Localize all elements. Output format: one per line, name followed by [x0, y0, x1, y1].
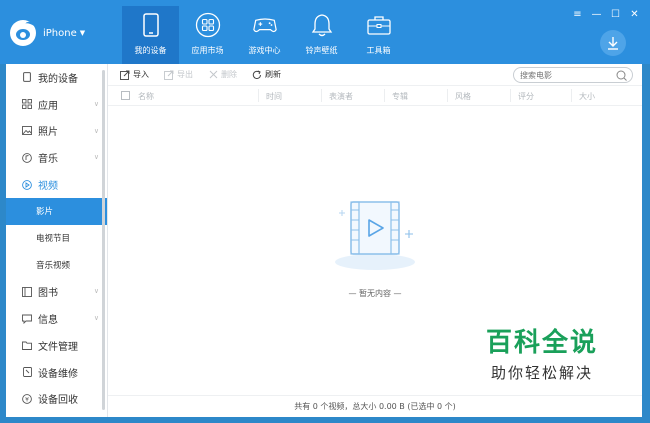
- empty-state: [108, 194, 642, 279]
- tab-label: 工具箱: [366, 46, 391, 55]
- download-icon: [608, 37, 618, 50]
- photo-icon: [22, 126, 32, 136]
- column-rating[interactable]: 评分: [518, 91, 534, 102]
- caret-down-icon: ▼: [79, 29, 86, 37]
- tab-label: 我的设备: [134, 46, 167, 55]
- sidebar-item-device-recycle[interactable]: ¥ 设备回收: [6, 386, 107, 413]
- close-icon[interactable]: ✕: [629, 9, 640, 21]
- device-icon: [22, 72, 32, 83]
- repair-icon: [22, 367, 32, 378]
- column-divider: [258, 89, 259, 102]
- itools-logo-icon: [10, 20, 36, 46]
- tab-my-device[interactable]: 我的设备: [122, 6, 179, 64]
- watermark-title: 百科全说: [485, 328, 598, 358]
- sidebar-item-photos[interactable]: 照片 ∨: [6, 118, 107, 145]
- watermark-subtitle: 助你轻松解决: [490, 364, 593, 382]
- bell-icon: [309, 12, 335, 38]
- chevron-down-icon: ∨: [93, 153, 99, 162]
- table-header: 名称 时间 表演者 专辑 风格 评分 大小: [108, 86, 642, 106]
- delete-button[interactable]: 删除: [208, 69, 237, 80]
- column-divider: [571, 89, 572, 102]
- menu-icon[interactable]: ≡: [572, 9, 583, 21]
- column-divider: [321, 89, 322, 102]
- book-icon: [22, 286, 32, 297]
- column-genre[interactable]: 风格: [455, 91, 471, 102]
- refresh-button[interactable]: 刷新: [252, 69, 281, 80]
- status-bar: 共有 0 个视频，总大小 0.00 B (已选中 0 个): [108, 395, 642, 417]
- column-divider: [447, 89, 448, 102]
- sidebar-item-movies[interactable]: 影片: [6, 197, 107, 225]
- toolbar: 导入 导出 删除 刷新: [108, 64, 642, 86]
- import-icon: [120, 70, 130, 80]
- tab-toolbox[interactable]: 工具箱: [350, 6, 407, 64]
- tab-label: 游戏中心: [248, 46, 281, 55]
- tab-game-center[interactable]: 游戏中心: [236, 6, 293, 64]
- sidebar-item-file-manager[interactable]: 文件管理: [6, 332, 107, 359]
- column-album[interactable]: 专辑: [392, 91, 408, 102]
- column-performer[interactable]: 表演者: [329, 91, 353, 102]
- sidebar-item-books[interactable]: 图书 ∨: [6, 278, 107, 305]
- import-button[interactable]: 导入: [120, 69, 149, 80]
- empty-video-icon: [335, 201, 415, 270]
- window-controls: ≡ — ☐ ✕: [572, 9, 640, 21]
- sidebar-scrollbar[interactable]: [102, 70, 105, 410]
- message-icon: [22, 314, 32, 324]
- tab-label: 应用市场: [191, 46, 224, 55]
- tab-ringtone-wallpaper[interactable]: 铃声壁纸: [293, 6, 350, 64]
- sidebar-item-video[interactable]: 视频: [6, 171, 107, 198]
- sidebar-item-music[interactable]: 音乐 ∨: [6, 144, 107, 171]
- chevron-down-icon: ∨: [93, 314, 99, 323]
- gamepad-icon: [252, 12, 278, 38]
- app-window: iPhone ▼ 我的设备 应用市场 游戏中心 铃声壁纸 工具箱 ≡ — ☐ ✕…: [0, 0, 650, 423]
- maximize-icon[interactable]: ☐: [610, 9, 621, 21]
- export-icon: [164, 70, 174, 80]
- export-button[interactable]: 导出: [164, 69, 193, 80]
- sidebar-item-apps[interactable]: 应用 ∨: [6, 91, 107, 118]
- column-name[interactable]: 名称: [138, 91, 154, 102]
- empty-message: — 暂无内容 —: [348, 289, 402, 298]
- column-divider: [510, 89, 511, 102]
- search-input[interactable]: [520, 70, 610, 80]
- download-button[interactable]: [600, 30, 626, 56]
- sidebar-item-messages[interactable]: 信息 ∨: [6, 305, 107, 332]
- toolbox-icon: [366, 12, 392, 38]
- sidebar-item-my-device[interactable]: 我的设备: [6, 64, 107, 91]
- main-nav: 我的设备 应用市场 游戏中心 铃声壁纸 工具箱: [122, 6, 407, 64]
- device-selector[interactable]: iPhone ▼: [10, 20, 85, 46]
- watermark: 百科全说 助你轻松解决: [462, 328, 622, 394]
- video-icon: [22, 179, 32, 190]
- music-icon: [22, 152, 32, 163]
- recycle-icon: ¥: [22, 394, 32, 404]
- app-icon: [22, 99, 32, 110]
- sidebar-item-tv-shows[interactable]: 电视节目: [6, 225, 107, 252]
- chevron-down-icon: ∨: [93, 126, 99, 135]
- sidebar-item-music-videos[interactable]: 音乐视频: [6, 252, 107, 279]
- select-all-checkbox[interactable]: [121, 91, 130, 100]
- tab-label: 铃声壁纸: [305, 46, 338, 55]
- column-size[interactable]: 大小: [579, 91, 595, 102]
- phone-icon: [138, 12, 164, 38]
- folder-icon: [22, 340, 32, 350]
- search-icon[interactable]: [616, 70, 627, 84]
- chevron-down-icon: ∨: [93, 99, 99, 108]
- sidebar-item-device-repair[interactable]: 设备维修: [6, 359, 107, 386]
- tab-app-market[interactable]: 应用市场: [179, 6, 236, 64]
- minimize-icon[interactable]: —: [591, 9, 602, 21]
- refresh-icon: [252, 70, 262, 80]
- search-box[interactable]: [513, 67, 633, 83]
- column-time[interactable]: 时间: [266, 91, 282, 102]
- chevron-down-icon: ∨: [93, 287, 99, 296]
- title-bar: iPhone ▼ 我的设备 应用市场 游戏中心 铃声壁纸 工具箱 ≡ — ☐ ✕: [0, 0, 650, 64]
- svg-text:¥: ¥: [25, 396, 29, 403]
- device-name: iPhone: [43, 27, 77, 39]
- app-grid-icon: [195, 12, 221, 38]
- sidebar: 我的设备 应用 ∨ 照片 ∨ 音乐 ∨ 视频 影片 电视节目 音乐视频 图书 ∨…: [6, 64, 108, 417]
- column-divider: [384, 89, 385, 102]
- delete-icon: [208, 70, 218, 80]
